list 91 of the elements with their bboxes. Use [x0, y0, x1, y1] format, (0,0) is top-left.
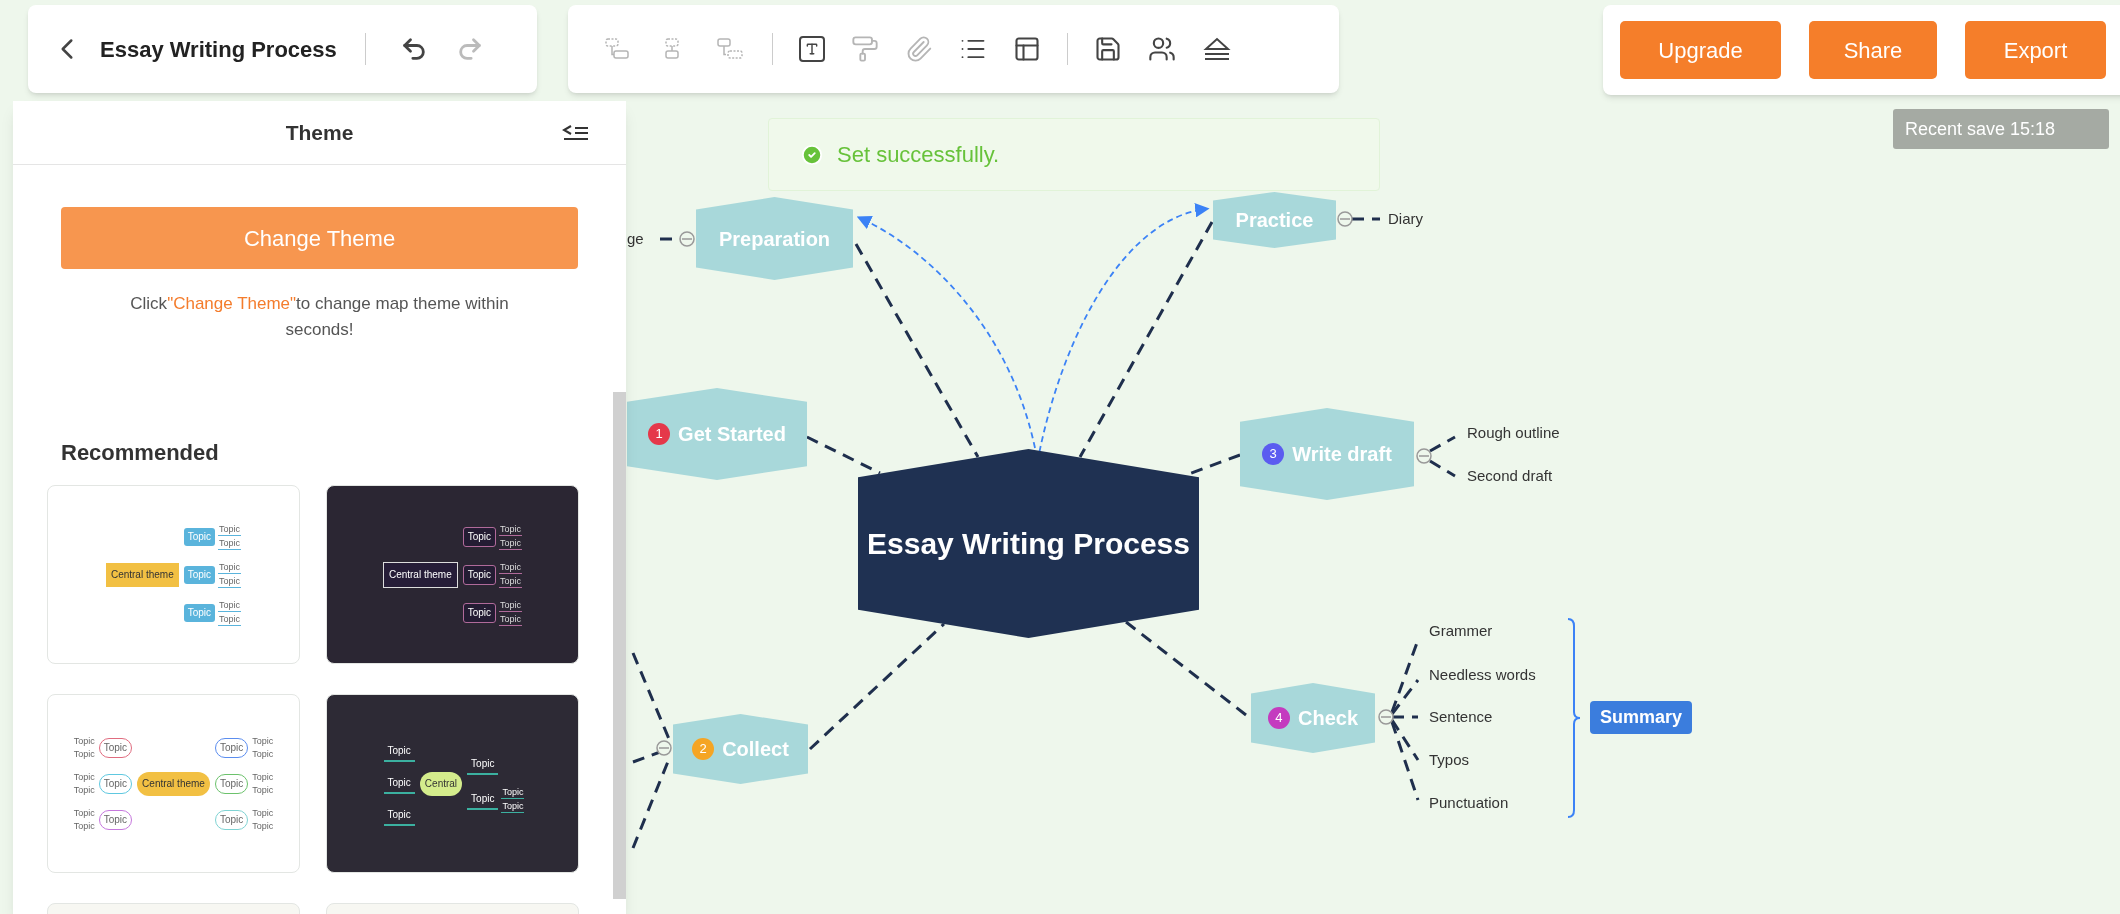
connector-line	[1429, 435, 1456, 453]
thumbnail-topic: Topic	[462, 526, 497, 547]
thumbnail-topic: Topic	[183, 527, 216, 546]
thumbnail-topic: Topic	[183, 603, 216, 622]
connector-line	[1429, 459, 1456, 478]
number-badge: 2	[692, 738, 715, 760]
thumbnail-central-topic: Central theme	[382, 561, 458, 588]
connector-line	[1352, 217, 1380, 221]
thumbnail-subtopic: Topic	[72, 784, 96, 796]
subtopic-label[interactable]: Punctuation	[1429, 793, 1509, 813]
number-badge: 3	[1262, 443, 1285, 465]
users-icon[interactable]	[1148, 35, 1176, 63]
thumbnail-subtopic: Topic	[72, 748, 96, 760]
toast-message: Set successfully.	[837, 141, 1000, 169]
thumbnail-subtopic: Topic	[218, 561, 242, 574]
thumbnail-subtopic: Topic	[501, 786, 525, 799]
thumbnail-topic: Topic	[383, 773, 415, 794]
thumbnail-subtopic: Topic	[499, 613, 523, 626]
number-badge: 4	[1268, 707, 1290, 729]
document-title: Essay Writing Process	[100, 35, 337, 64]
subtopic-label[interactable]: Needless words	[1429, 665, 1536, 685]
thumbnail-topic: Topic	[383, 741, 415, 762]
collapse-icon[interactable]	[1416, 448, 1432, 464]
collapse-panel-icon[interactable]	[562, 123, 590, 143]
topic-label: Preparation	[718, 226, 831, 252]
thumbnail-topic: Topic	[462, 564, 497, 585]
central-topic[interactable]: Essay Writing Process	[858, 449, 1199, 638]
thumbnail-topic: Topic	[183, 565, 216, 584]
layout-icon[interactable]	[1013, 35, 1041, 63]
thumbnail-subtopic: Topic	[251, 735, 275, 747]
subtopic-label[interactable]: Typos	[1429, 750, 1470, 770]
thumbnail-subtopic: Topic	[251, 771, 275, 783]
thumbnail-subtopic: Topic	[72, 820, 96, 832]
subtopic-label[interactable]: Rough outline	[1467, 423, 1560, 443]
topic-node[interactable]: 4 Check	[1251, 683, 1375, 753]
scrollbar[interactable]	[613, 392, 626, 899]
thumbnail-topic: Topic	[98, 737, 133, 758]
panel-title: Theme	[285, 119, 354, 146]
thumbnail-subtopic: Topic	[72, 771, 96, 783]
thumbnail-subtopic: Topic	[499, 523, 523, 536]
section-title: Recommended	[61, 439, 220, 467]
triangle-lines-icon[interactable]	[1202, 36, 1232, 62]
number-badge: 1	[648, 423, 671, 445]
thumbnail-subtopic: Topic	[251, 784, 275, 796]
thumbnail-subtopic: Topic	[499, 575, 523, 588]
thumbnail-central-topic: Central	[419, 771, 463, 796]
thumbnail-subtopic: Topic	[499, 537, 523, 550]
thumbnail-topic: Topic	[467, 789, 499, 810]
summary-label[interactable]: Summary	[1590, 701, 1693, 734]
thumbnail-topic: Topic	[214, 809, 249, 830]
thumbnail-topic: Topic	[214, 773, 249, 794]
thumbnail-topic: Topic	[467, 754, 499, 775]
thumbnail-topic: Topic	[462, 602, 497, 623]
topic-node[interactable]: 3 Write draft	[1240, 408, 1414, 500]
subtopic-label[interactable]: Sentence	[1429, 707, 1493, 727]
text-box-icon[interactable]	[799, 36, 825, 62]
thumbnail-topic: Topic	[98, 809, 133, 830]
subtopic-label[interactable]: Second draft	[1467, 466, 1553, 486]
thumbnail-subtopic: Topic	[501, 800, 525, 813]
save-status: Recent save 15:18	[1893, 109, 2109, 149]
thumbnail-subtopic: Topic	[218, 523, 242, 536]
subtopic-label[interactable]: Grammer	[1429, 621, 1493, 641]
thumbnail-subtopic: Topic	[218, 575, 242, 588]
topic-label: Check	[1298, 706, 1358, 731]
thumbnail-subtopic: Topic	[251, 748, 275, 760]
thumbnail-topic: Topic	[214, 737, 249, 758]
thumbnail-subtopic: Topic	[251, 820, 275, 832]
thumbnail-subtopic: Topic	[72, 735, 96, 747]
collapse-icon[interactable]	[1378, 709, 1394, 725]
collapse-icon[interactable]	[656, 740, 672, 756]
thumbnail-subtopic: Topic	[218, 613, 242, 626]
thumbnail-subtopic: Topic	[72, 807, 96, 819]
topic-label: Practice	[1235, 208, 1314, 233]
topic-node[interactable]: 1 Get Started	[627, 388, 807, 480]
subtopic-label[interactable]: ge	[627, 229, 644, 249]
topic-label: Collect	[722, 737, 789, 762]
topic-label: Write draft	[1292, 442, 1392, 467]
thumbnail-central-topic: Central theme	[105, 562, 179, 587]
topic-label: Get Started	[678, 422, 786, 447]
thumbnail-subtopic: Topic	[499, 561, 523, 574]
thumbnail-topic: Topic	[98, 773, 133, 794]
success-icon	[801, 143, 823, 166]
thumbnail-subtopic: Topic	[218, 599, 242, 612]
thumbnail-subtopic: Topic	[499, 599, 523, 612]
thumbnail-subtopic: Topic	[251, 807, 275, 819]
thumbnail-central-topic: Central theme	[137, 771, 210, 796]
subtopic-label[interactable]: Diary	[1388, 209, 1423, 229]
thumbnail-subtopic: Topic	[218, 537, 242, 550]
thumbnail-topic: Topic	[383, 805, 415, 826]
save-icon[interactable]	[1094, 35, 1122, 63]
hint-text: Click"Change Theme"to change map theme within seconds!	[129, 293, 510, 341]
